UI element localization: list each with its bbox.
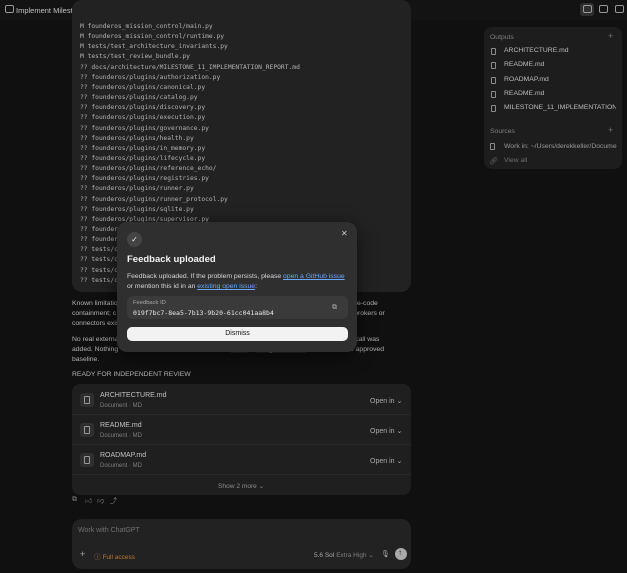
feedback-dialog: ✓ ✕ Feedback uploaded Feedback uploaded.… (117, 222, 357, 352)
dialog-title: Feedback uploaded (127, 254, 216, 265)
copy-icon[interactable]: ⧉ (332, 304, 337, 312)
dialog-message-line-1: Feedback uploaded. If the problem persis… (127, 273, 345, 280)
dialog-message-line-2: or mention this id in an existing open i… (127, 283, 257, 290)
dismiss-button[interactable]: Dismiss (127, 327, 348, 341)
close-icon[interactable]: ✕ (341, 229, 348, 238)
feedback-id-value: 019f7bc7-8ea5-7b13-9b20-61cc041aa8b4 (133, 309, 274, 317)
existing-issue-link[interactable]: existing open issue (197, 283, 255, 290)
feedback-id-box: Feedback ID 019f7bc7-8ea5-7b13-9b20-61cc… (127, 296, 348, 319)
github-issue-link[interactable]: open a GitHub issue (283, 273, 345, 280)
feedback-id-label: Feedback ID (133, 300, 166, 306)
check-icon: ✓ (127, 232, 142, 247)
